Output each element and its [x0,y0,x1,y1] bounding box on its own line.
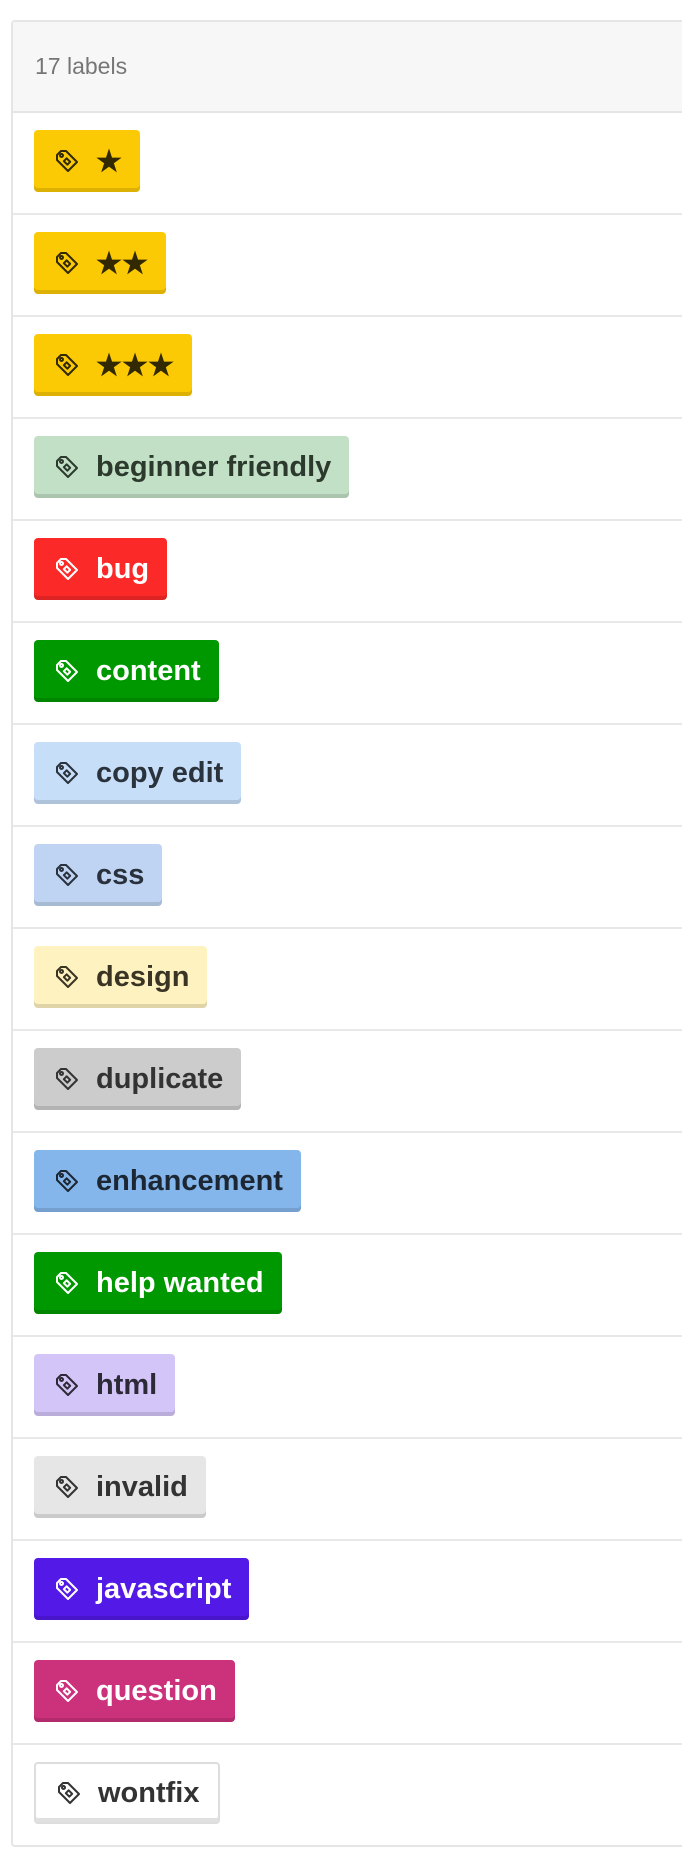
label-10[interactable]: enhancement [34,1150,301,1212]
label-name: enhancement [96,1164,283,1197]
label-5[interactable]: content [34,640,219,702]
label-name: ★★★ [96,349,174,382]
label-name: copy edit [96,756,224,789]
label-name: design [96,960,190,993]
tag-icon [56,864,78,886]
tag-icon [58,1782,80,1804]
label-row: wontfix [13,1745,682,1845]
label-16[interactable]: wontfix [34,1762,220,1824]
labels-list: 17 labels ★ ★★ ★★★ beginner friendly bug cont… [11,20,682,1847]
label-15[interactable]: question [34,1660,235,1722]
label-11[interactable]: help wanted [34,1252,282,1314]
label-14[interactable]: javascript [34,1558,250,1620]
tag-icon [56,660,78,682]
label-9[interactable]: duplicate [34,1048,242,1110]
label-row: content [13,623,682,725]
tag-icon [56,762,78,784]
tag-icon [56,456,78,478]
tag-icon [56,1578,78,1600]
label-row: ★ [13,113,682,215]
label-row: ★★★ [13,317,682,419]
label-row: question [13,1643,682,1745]
label-name: css [96,858,145,891]
tag-icon [56,558,78,580]
label-name: wontfix [98,1776,200,1809]
label-2[interactable]: ★★★ [34,334,192,396]
label-name: beginner friendly [96,450,332,483]
tag-icon [56,150,78,172]
label-name: invalid [96,1470,188,1503]
label-row: design [13,929,682,1031]
label-name: html [96,1368,158,1401]
label-name: javascript [96,1572,232,1605]
label-8[interactable]: design [34,946,208,1008]
tag-icon [56,1680,78,1702]
label-name: content [96,654,201,687]
label-name: duplicate [96,1062,224,1095]
tag-icon [56,1272,78,1294]
label-row: duplicate [13,1031,682,1133]
label-row: html [13,1337,682,1439]
label-row: invalid [13,1439,682,1541]
label-row: copy edit [13,725,682,827]
label-1[interactable]: ★★ [34,232,166,294]
label-3[interactable]: beginner friendly [34,436,350,498]
label-name: help wanted [96,1266,264,1299]
label-name: ★ [96,145,122,178]
label-4[interactable]: bug [34,538,168,600]
label-12[interactable]: html [34,1354,176,1416]
label-row: enhancement [13,1133,682,1235]
label-name: question [96,1674,217,1707]
label-row: css [13,827,682,929]
tag-icon [56,1374,78,1396]
labels-header: 17 labels [13,22,682,113]
tag-icon [56,252,78,274]
label-name: ★★ [96,247,148,280]
label-0[interactable]: ★ [34,130,140,192]
label-13[interactable]: invalid [34,1456,206,1518]
label-7[interactable]: css [34,844,163,906]
label-name: bug [96,552,150,585]
label-row: help wanted [13,1235,682,1337]
tag-icon [56,1170,78,1192]
tag-icon [56,1068,78,1090]
tag-icon [56,354,78,376]
tag-icon [56,1476,78,1498]
label-row: ★★ [13,215,682,317]
label-6[interactable]: copy edit [34,742,242,804]
label-row: javascript [13,1541,682,1643]
labels-count: 17 labels [35,53,128,79]
label-row: bug [13,521,682,623]
label-row: beginner friendly [13,419,682,521]
tag-icon [56,966,78,988]
